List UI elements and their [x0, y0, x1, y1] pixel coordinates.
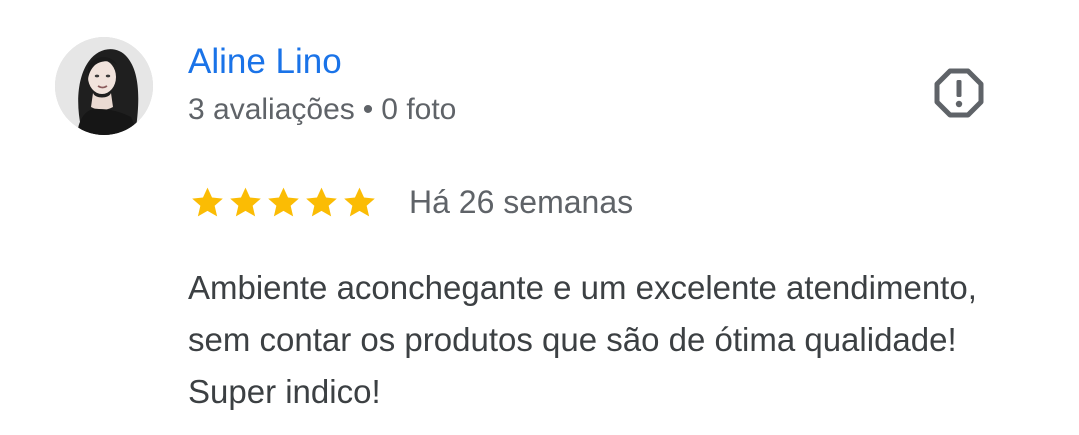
review-text: Ambiente aconchegante e um excelente ate…: [188, 269, 977, 410]
photo-count: 0 foto: [381, 93, 457, 126]
star-icon: [268, 187, 299, 216]
review-count: 3 avaliações: [188, 93, 355, 126]
meta-separator: •: [362, 93, 374, 126]
reviewer-name[interactable]: Aline Lino: [188, 42, 342, 82]
star-icon: [306, 187, 337, 216]
avatar[interactable]: [55, 37, 153, 135]
star-icon: [192, 187, 223, 216]
report-button[interactable]: [930, 64, 988, 122]
star-icon: [344, 187, 375, 216]
rating-row: Há 26 semanas: [190, 181, 633, 223]
review-card: Aline Lino 3 avaliações • 0 foto Há 26 sem…: [0, 0, 1079, 435]
reviewer-meta: 3 avaliações • 0 foto: [188, 92, 456, 128]
star-rating: [190, 185, 377, 220]
star-icon: [230, 187, 261, 216]
report-flag-icon: [934, 68, 984, 118]
review-date: Há 26 semanas: [409, 184, 634, 220]
avatar-photo: [55, 37, 153, 135]
